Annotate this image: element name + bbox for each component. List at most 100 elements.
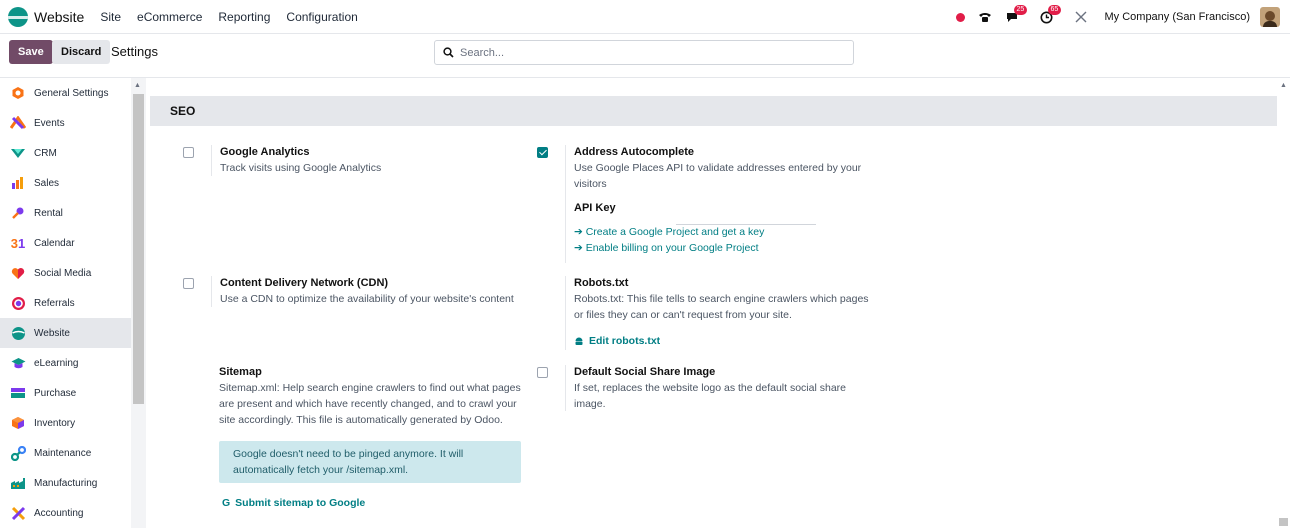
setting-description: Use a CDN to optimize the availability o…: [220, 293, 514, 305]
activities-clock-icon[interactable]: 65: [1039, 5, 1062, 25]
sidebar-item-label: Referrals: [34, 297, 75, 309]
setting-description: Track visits using Google Analytics: [220, 162, 382, 174]
events-icon: [10, 115, 26, 131]
key-icon: [10, 205, 26, 221]
setting-title: Robots.txt: [574, 277, 629, 289]
setting-google-analytics: Google Analytics Track visits using Goog…: [183, 145, 523, 185]
main-scroll-thumb[interactable]: [1279, 518, 1288, 526]
setting-description: Use Google Places API to validate addres…: [574, 162, 862, 190]
setting-description: Sitemap.xml: Help search engine crawlers…: [219, 382, 521, 426]
sidebar-item-social-media[interactable]: Social Media: [0, 258, 131, 288]
factory-icon: [10, 475, 26, 491]
activities-badge: 65: [1047, 5, 1062, 15]
api-key-input[interactable]: [676, 213, 816, 225]
edit-robots-label: Edit robots.txt: [589, 335, 661, 347]
phone-icon[interactable]: [977, 9, 993, 25]
sidebar-item-accounting[interactable]: Accounting: [0, 498, 131, 528]
sidebar-item-website[interactable]: Website: [0, 318, 131, 348]
setting-title: Default Social Share Image: [574, 366, 716, 378]
app-name: Website: [34, 8, 85, 25]
messages-icon[interactable]: 25: [1005, 5, 1028, 25]
control-panel: Save Discard Settings: [0, 34, 1290, 78]
sales-chart-icon: [10, 175, 26, 191]
setting-cdn: Content Delivery Network (CDN) Use a CDN…: [183, 276, 563, 316]
debug-tools-icon[interactable]: [1073, 9, 1089, 25]
google-g-icon: G: [222, 497, 231, 509]
section-heading-seo: SEO: [150, 96, 1277, 126]
sidebar-item-label: Sales: [34, 177, 60, 189]
sidebar-item-purchase[interactable]: Purchase: [0, 378, 131, 408]
menu-item-site[interactable]: Site: [100, 10, 121, 24]
gear-hex-icon: [10, 85, 26, 101]
website-app-icon: [8, 6, 28, 27]
sidebar-item-inventory[interactable]: Inventory: [0, 408, 131, 438]
search-icon: [443, 47, 454, 58]
company-switcher[interactable]: My Company (San Francisco): [1105, 11, 1251, 23]
referrals-icon: [10, 295, 26, 311]
messages-badge: 25: [1013, 5, 1028, 15]
scroll-up-arrow-icon[interactable]: ▲: [134, 82, 141, 89]
social-share-checkbox[interactable]: [537, 367, 548, 378]
search-input[interactable]: [460, 46, 840, 59]
scroll-up-arrow-icon[interactable]: ▲: [1280, 82, 1287, 89]
submit-sitemap-link[interactable]: G Submit sitemap to Google: [222, 495, 531, 511]
sidebar-item-events[interactable]: Events: [0, 108, 131, 138]
discard-button[interactable]: Discard: [52, 40, 111, 64]
setting-title: Sitemap: [219, 366, 262, 378]
app-brand[interactable]: Website: [8, 6, 85, 27]
top-navbar: Website Site eCommerce Reporting Configu…: [0, 0, 1290, 34]
search-bar[interactable]: [434, 40, 854, 65]
sidebar-item-elearning[interactable]: eLearning: [0, 348, 131, 378]
systray: 25 65 My Company (San Francisco): [955, 5, 1280, 28]
sidebar-scroll-thumb[interactable]: [133, 94, 144, 404]
settings-content: SEO Google Analytics Track visits using …: [146, 78, 1277, 528]
sidebar-item-label: Social Media: [34, 267, 92, 279]
save-button[interactable]: Save: [9, 40, 53, 64]
sidebar-item-sales[interactable]: Sales: [0, 168, 131, 198]
globe-icon: [10, 325, 26, 341]
sidebar-item-referrals[interactable]: Referrals: [0, 288, 131, 318]
setting-social-share-image: Default Social Share Image If set, repla…: [537, 365, 877, 413]
edit-robots-link[interactable]: Edit robots.txt: [574, 333, 877, 349]
sidebar-item-label: Accounting: [34, 507, 84, 519]
sidebar-item-label: eLearning: [34, 357, 79, 369]
cdn-checkbox[interactable]: [183, 278, 194, 289]
sidebar-item-manufacturing[interactable]: Manufacturing: [0, 468, 131, 498]
sidebar-item-label: Maintenance: [34, 447, 92, 459]
sidebar-item-maintenance[interactable]: Maintenance: [0, 438, 131, 468]
purchase-icon: [10, 385, 26, 401]
setting-description: Robots.txt: This file tells to search en…: [574, 293, 869, 321]
setting-robots-txt: Robots.txt Robots.txt: This file tells t…: [537, 276, 877, 356]
main-scrollbar[interactable]: ▲: [1277, 78, 1290, 528]
recording-dot-icon[interactable]: [955, 12, 965, 22]
sidebar-item-label: Rental: [34, 207, 63, 219]
sidebar-item-rental[interactable]: Rental: [0, 198, 131, 228]
enable-billing-link[interactable]: ➔ Enable billing on your Google Project: [574, 240, 877, 256]
sidebar-item-general-settings[interactable]: General Settings: [0, 78, 131, 108]
android-robot-icon: [575, 337, 583, 345]
accounting-icon: [10, 505, 26, 521]
submit-sitemap-label: Submit sitemap to Google: [235, 497, 366, 509]
sidebar-scrollbar[interactable]: ▲: [131, 78, 146, 528]
setting-sitemap: Sitemap Sitemap.xml: Help search engine …: [183, 365, 543, 530]
settings-sidebar: General Settings Events CRM Sales Rental…: [0, 78, 131, 528]
menu-item-ecommerce[interactable]: eCommerce: [137, 10, 202, 24]
setting-address-autocomplete: Address Autocomplete Use Google Places A…: [537, 145, 877, 265]
sidebar-item-label: Manufacturing: [34, 477, 98, 489]
google-analytics-checkbox[interactable]: [183, 147, 194, 158]
menu-item-configuration[interactable]: Configuration: [286, 10, 357, 24]
menu-item-reporting[interactable]: Reporting: [218, 10, 270, 24]
sidebar-item-crm[interactable]: CRM: [0, 138, 131, 168]
sidebar-item-calendar[interactable]: 31 Calendar: [0, 228, 131, 258]
crm-icon: [10, 145, 26, 161]
wrench-icon: [10, 445, 26, 461]
user-avatar[interactable]: [1260, 7, 1280, 27]
heart-icon: [10, 265, 26, 281]
setting-body: Address Autocomplete Use Google Places A…: [565, 145, 877, 263]
create-google-project-link[interactable]: ➔ Create a Google Project and get a key: [574, 224, 877, 240]
address-autocomplete-checkbox[interactable]: [537, 147, 548, 158]
setting-body: Sitemap Sitemap.xml: Help search engine …: [211, 365, 531, 511]
main-menu: Site eCommerce Reporting Configuration: [100, 10, 373, 24]
setting-body: Content Delivery Network (CDN) Use a CDN…: [211, 276, 541, 307]
setting-body: Google Analytics Track visits using Goog…: [211, 145, 531, 176]
